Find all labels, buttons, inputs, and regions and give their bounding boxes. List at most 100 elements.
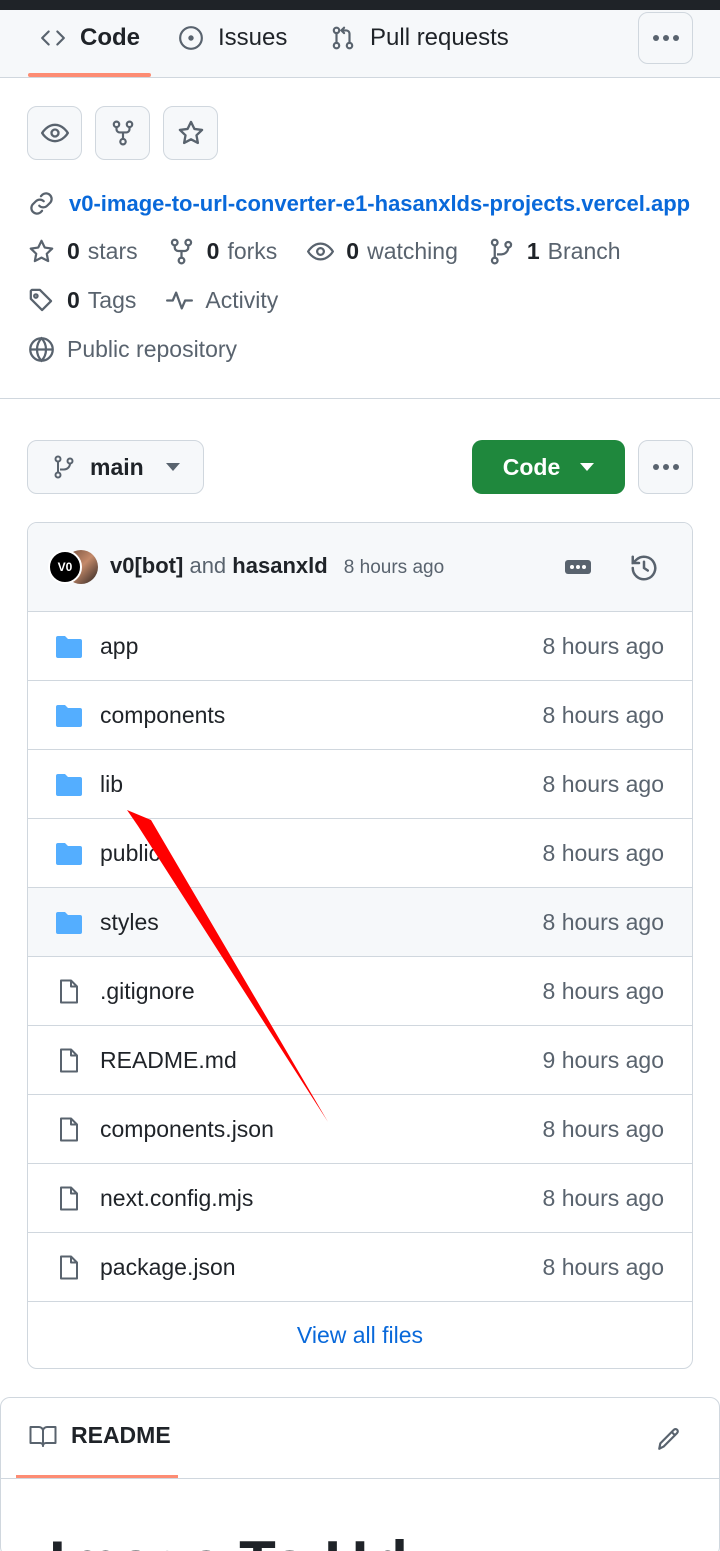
active-tab-underline [28,73,151,77]
globe-icon [29,336,54,363]
file-name[interactable]: README.md [100,1047,237,1074]
link-icon [30,192,53,215]
tags-link[interactable]: 0 Tags [28,287,136,314]
kebab-icon [652,35,679,41]
tab-pull-requests[interactable]: Pull requests [330,10,509,65]
readme-divider [1,1478,719,1479]
file-icon [60,979,78,1004]
watching-count: 0 [346,238,360,264]
stars-count: 0 [67,238,80,264]
tab-pull-requests-label: Pull requests [370,23,509,51]
fork-button[interactable] [95,106,150,160]
folder-icon [56,774,82,796]
file-time: 8 hours ago [542,909,664,935]
star-icon [29,239,54,263]
file-time: 8 hours ago [542,978,664,1004]
watching-link[interactable]: 0 watching [307,238,458,265]
stars-link[interactable]: 0 stars [28,238,138,265]
code-icon [41,29,65,46]
folder-icon [56,843,82,865]
eye-icon [40,123,69,143]
edit-readme-button[interactable] [656,1426,682,1452]
file-time: 8 hours ago [542,1116,664,1142]
caret-down-icon [165,463,180,471]
file-name[interactable]: .gitignore [100,978,195,1005]
tab-issues[interactable]: Issues [178,10,287,65]
folder-icon [56,636,82,658]
commit-author-2[interactable]: hasanxld [232,553,327,578]
section-divider [0,398,720,399]
file-time: 9 hours ago [542,1047,664,1073]
branch-label: Branch [547,238,621,264]
repo-tab-bar: Code Issues Pull requests [0,10,720,78]
commit-message-toggle[interactable] [564,559,592,575]
file-row[interactable]: package.json 8 hours ago [28,1233,692,1302]
file-browser: V0 v0[bot] and hasanxld 8 hours ago app … [27,522,693,1369]
file-row[interactable]: app 8 hours ago [28,612,692,681]
file-icon [60,1186,78,1211]
file-name[interactable]: styles [100,909,159,936]
activity-label: Activity [205,287,279,313]
file-name[interactable]: components [100,702,225,729]
file-time: 8 hours ago [542,771,664,797]
commit-history-button[interactable] [629,553,659,583]
commit-authors: v0[bot] and hasanxld 8 hours ago [110,553,444,579]
website-url: v0-image-to-url-converter-e1-hasanxlds-p… [69,190,691,216]
more-actions-button[interactable] [638,440,693,494]
file-time: 8 hours ago [542,702,664,728]
file-row[interactable]: styles 8 hours ago [28,888,692,957]
pencil-icon [658,1428,679,1450]
book-icon [29,1425,57,1447]
tag-icon [29,288,53,312]
file-name[interactable]: components.json [100,1116,274,1143]
kebab-icon [652,464,679,470]
file-name[interactable]: package.json [100,1254,236,1281]
file-name[interactable]: next.config.mjs [100,1185,253,1212]
branches-link[interactable]: 1 Branch [488,238,621,265]
file-row[interactable]: public 8 hours ago [28,819,692,888]
branch-name: main [90,453,144,480]
file-name[interactable]: public [100,840,160,867]
file-name[interactable]: app [100,633,138,660]
readme-tab-label: README [71,1422,171,1448]
activity-link[interactable]: Activity [166,287,278,314]
issue-icon [179,25,203,50]
forks-link[interactable]: 0 forks [168,238,277,265]
forks-count: 0 [206,238,220,264]
file-row[interactable]: components 8 hours ago [28,681,692,750]
file-time: 8 hours ago [542,1185,664,1211]
website-link[interactable]: v0-image-to-url-converter-e1-hasanxlds-p… [28,190,693,217]
branch-icon [490,238,513,265]
code-button-label: Code [502,453,561,480]
history-icon [631,555,657,581]
file-time: 8 hours ago [542,1254,664,1280]
code-button[interactable]: Code [472,440,625,494]
commit-joiner: and [189,553,227,578]
branch-selector[interactable]: main [27,440,204,494]
readme-tab[interactable]: README [29,1422,171,1449]
star-icon [178,120,203,145]
file-row[interactable]: lib 8 hours ago [28,750,692,819]
fork-icon [170,238,192,265]
eye-icon [307,242,335,261]
folder-icon [56,912,82,934]
tab-code[interactable]: Code [40,10,140,65]
view-all-files-link[interactable]: View all files [28,1302,692,1368]
caret-down-icon [580,463,595,471]
more-tabs-button[interactable] [638,12,693,64]
file-name[interactable]: lib [100,771,123,798]
file-time: 8 hours ago [542,840,664,866]
file-icon [60,1117,78,1142]
tab-issues-label: Issues [218,23,288,51]
watch-button[interactable] [27,106,82,160]
file-row[interactable]: components.json 8 hours ago [28,1095,692,1164]
commit-avatars[interactable]: V0 [48,550,98,584]
commit-author-1[interactable]: v0[bot] [110,553,183,578]
file-row[interactable]: next.config.mjs 8 hours ago [28,1164,692,1233]
file-row[interactable]: .gitignore 8 hours ago [28,957,692,1026]
readme-panel: README Image To Url [0,1397,720,1551]
tags-count: 0 [67,287,80,313]
file-row[interactable]: README.md 9 hours ago [28,1026,692,1095]
star-button[interactable] [163,106,218,160]
visibility-label: Public repository [67,336,238,362]
